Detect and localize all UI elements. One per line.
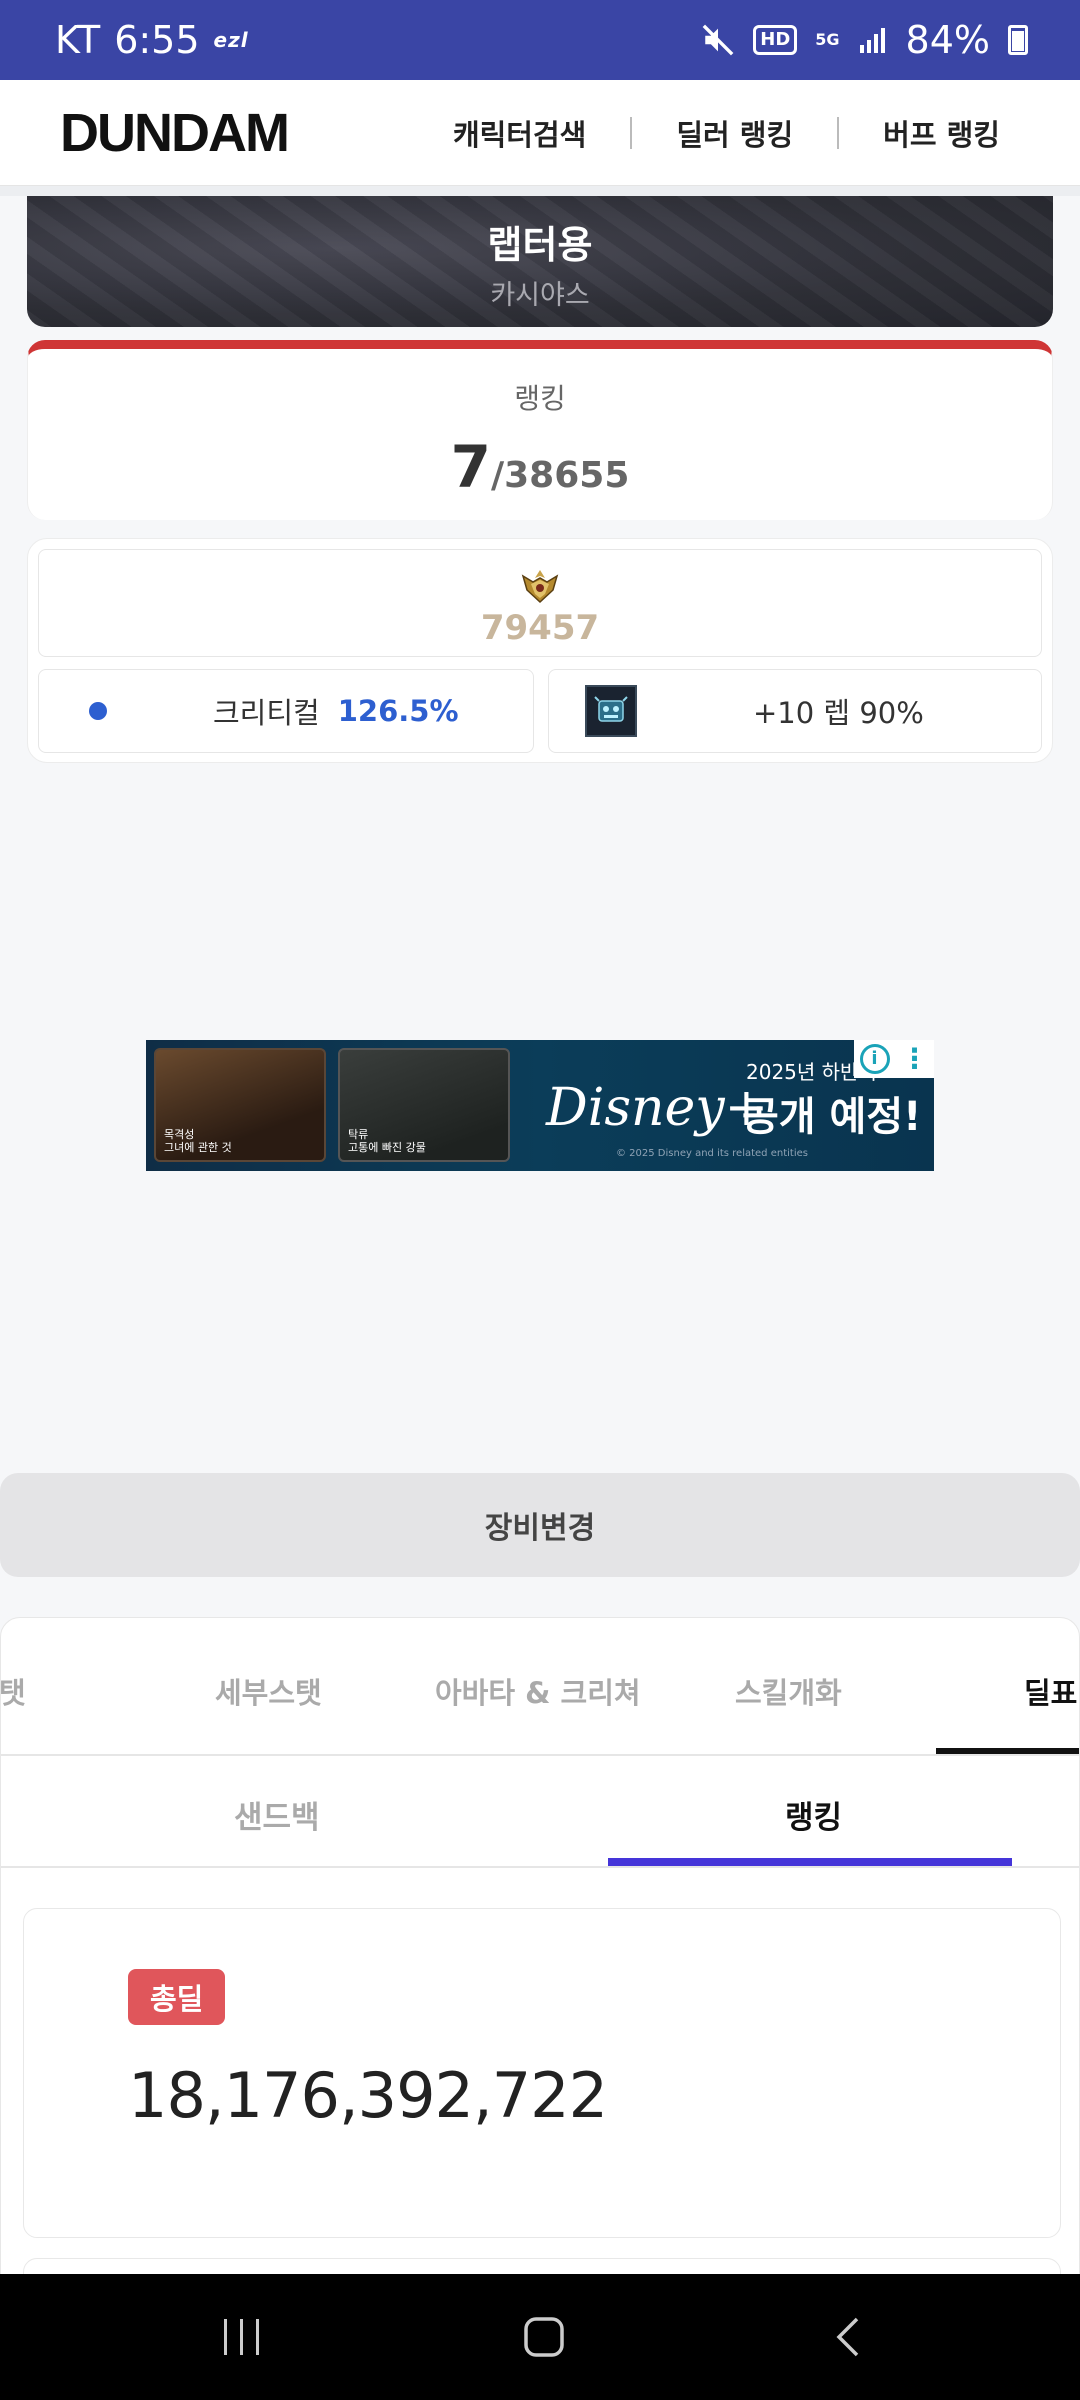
recents-button[interactable] — [162, 2274, 322, 2400]
critical-label: 크리티컬 — [213, 696, 320, 730]
tab-damage-sheet[interactable]: 딜표 — [1024, 1670, 1077, 1712]
subtab-ranking[interactable]: 랭킹 — [785, 1792, 842, 1837]
ranking-total: /38655 — [490, 455, 630, 496]
item-armor-icon — [585, 685, 637, 737]
ranking-label: 랭킹 — [514, 382, 566, 415]
item-label: +10 렙 90% — [753, 696, 924, 730]
ad-thumbnail-2-caption: 탁류 고통에 빠진 강물 — [348, 1128, 426, 1154]
nav-character-search[interactable]: 캐릭터검색 — [409, 112, 630, 154]
nav-links: 캐릭터검색 딜러 랭킹 버프 랭킹 — [409, 112, 1020, 154]
back-icon — [836, 2317, 859, 2357]
network-label: 5G — [815, 30, 840, 49]
ranking-position: 7 — [450, 433, 491, 501]
ad-info-icon[interactable]: i — [859, 1044, 890, 1074]
item-stat: +10 렙 90% — [548, 669, 1042, 753]
score-box: 79457 — [38, 549, 1042, 657]
battery-icon — [1008, 25, 1028, 55]
critical-stat: 크리티컬 126.5% — [38, 669, 534, 753]
carrier: KT — [55, 18, 101, 62]
character-name: 랩터용 — [487, 223, 593, 267]
stats-card: 79457 크리티컬 126.5% +10 렙 90% — [27, 538, 1053, 763]
ad-banner[interactable]: 목격성 그녀에 관한 것 탁류 고통에 빠진 강물 Disney+ 2025년 … — [146, 1040, 934, 1171]
ad-headline: 공개 예정! — [742, 1094, 922, 1140]
carrier-tag: ezl — [213, 28, 249, 52]
system-nav-bar — [0, 2274, 1080, 2400]
ad-thumbnail-2: 탁류 고통에 빠진 강물 — [338, 1048, 510, 1162]
mute-icon — [701, 23, 735, 57]
header-shadow — [0, 186, 1080, 196]
active-tab-indicator — [936, 1748, 1079, 1754]
ranking-value: 7/38655 — [28, 433, 1052, 501]
status-right: HD 5G 84% — [701, 18, 1028, 62]
character-banner: 랩터용 카시야스 — [27, 196, 1053, 327]
ad-menu-icon[interactable]: ⋮ — [901, 1045, 929, 1073]
tab-skill-bloom[interactable]: 스킬개화 — [735, 1670, 842, 1712]
nav-buffer-ranking[interactable]: 버프 랭킹 — [839, 112, 1020, 154]
character-server: 카시야스 — [490, 280, 590, 311]
total-damage-card: 총딜 18,176,392,722 — [23, 1908, 1061, 2238]
change-equipment-button[interactable]: 장비변경 — [0, 1473, 1080, 1577]
back-button[interactable] — [768, 2274, 928, 2400]
detail-panel: 탯 세부스탯 아바타 & 크리쳐 스킬개화 딜표 샌드백 랭킹 총딜 18,17… — [0, 1617, 1080, 2285]
sub-tabs: 샌드백 랭킹 — [1, 1756, 1079, 1868]
status-left: KT 6:55 ezl — [55, 18, 249, 62]
critical-value: 126.5% — [337, 694, 459, 728]
nav-dealer-ranking[interactable]: 딜러 랭킹 — [632, 112, 837, 154]
network-5g-icon: 5G — [815, 32, 839, 48]
ad-brand-logo: Disney+ — [546, 1078, 769, 1138]
status-bar: KT 6:55 ezl HD 5G 84% — [0, 0, 1080, 80]
total-damage-value: 18,176,392,722 — [128, 2059, 608, 2132]
tab-detail-stats[interactable]: 세부스탯 — [215, 1670, 322, 1712]
ad-thumbnail-1-caption: 목격성 그녀에 관한 것 — [164, 1128, 232, 1154]
tab-avatar-creature[interactable]: 아바타 & 크리쳐 — [435, 1670, 641, 1712]
site-logo[interactable]: DUNDAM — [60, 102, 290, 164]
home-button[interactable] — [464, 2274, 624, 2400]
active-subtab-indicator — [608, 1858, 1012, 1866]
signal-icon — [858, 25, 888, 55]
total-damage-badge: 총딜 — [128, 1969, 226, 2025]
home-icon — [524, 2317, 564, 2357]
ranking-card: 랭킹 7/38655 — [27, 340, 1053, 520]
recents-icon — [224, 2319, 259, 2355]
combat-score: 79457 — [480, 608, 600, 648]
hd-icon: HD — [753, 25, 798, 55]
tab-stats[interactable]: 탯 — [1, 1670, 26, 1712]
clock: 6:55 — [114, 18, 200, 62]
site-header: DUNDAM 캐릭터검색 딜러 랭킹 버프 랭킹 — [0, 80, 1080, 186]
critical-dot-icon — [89, 702, 107, 720]
ad-thumbnail-1: 목격성 그녀에 관한 것 — [154, 1048, 326, 1162]
ad-fine-print: © 2025 Disney and its related entities — [616, 1148, 808, 1159]
main-tabs: 탯 세부스탯 아바타 & 크리쳐 스킬개화 딜표 — [1, 1618, 1079, 1756]
rank-crest-icon — [521, 570, 559, 604]
battery-percent: 84% — [905, 18, 990, 62]
ad-choices[interactable]: i ⋮ — [854, 1040, 934, 1078]
subtab-sandbag[interactable]: 샌드백 — [234, 1792, 320, 1837]
